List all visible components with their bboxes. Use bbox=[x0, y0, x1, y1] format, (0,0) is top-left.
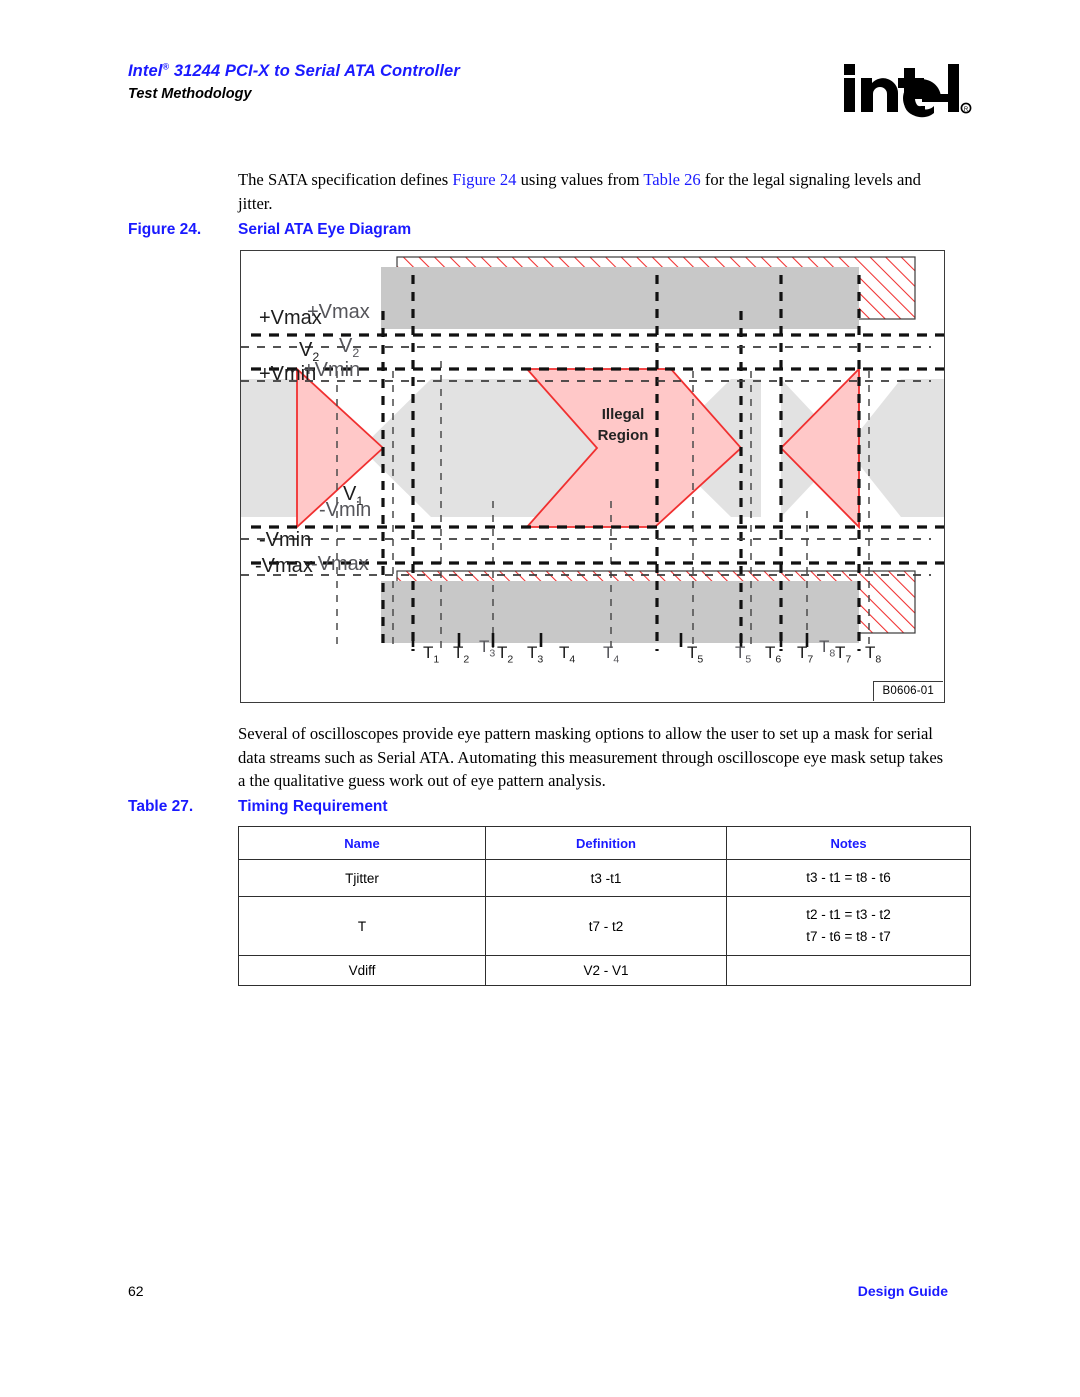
voltage-label-vmin-neg: -Vmin bbox=[259, 529, 312, 551]
voltage-label-vmax-pos-ghost: +Vmax bbox=[307, 301, 370, 323]
table-row: Vdiff V2 - V1 bbox=[238, 955, 971, 986]
document-name: Design Guide bbox=[857, 1283, 948, 1299]
header-title: Intel® 31244 PCI-X to Serial ATA Control… bbox=[128, 62, 948, 81]
cell-name: Vdiff bbox=[238, 955, 486, 986]
voltage-label-vmax-neg-ghost: -Vmax bbox=[311, 553, 369, 575]
oscilloscope-paragraph: Several of oscilloscopes provide eye pat… bbox=[238, 724, 944, 790]
column-header-definition: Definition bbox=[485, 826, 727, 860]
time-label-t7: T7 bbox=[797, 643, 814, 666]
illegal-region-label: Illegal Region bbox=[563, 404, 683, 446]
time-label-t8: T8 bbox=[865, 643, 882, 666]
page-footer: 62 Design Guide bbox=[128, 1283, 948, 1305]
time-label-t2b: T2 bbox=[497, 643, 514, 666]
time-label-t2: T2 bbox=[453, 643, 470, 666]
time-label-t7b: T7 bbox=[835, 643, 852, 666]
page-header: Intel® 31244 PCI-X to Serial ATA Control… bbox=[128, 62, 948, 132]
time-label-t3: T3 bbox=[527, 643, 544, 666]
bottom-mask-bars bbox=[381, 570, 916, 643]
header-title-pre: Intel bbox=[128, 62, 163, 80]
voltage-label-v2-ghost: V2 bbox=[339, 335, 360, 360]
page-number: 62 bbox=[128, 1283, 144, 1299]
intel-logo: R bbox=[842, 60, 972, 122]
cell-notes: t2 - t1 = t3 - t2 t7 - t6 = t8 - t7 bbox=[726, 896, 971, 956]
table-header-row: Name Definition Notes bbox=[238, 826, 971, 860]
illegal-region-line1: Illegal bbox=[601, 406, 645, 423]
serial-ata-eye-diagram: Illegal Region +Vmax +Vmax V2 V2 +Vmin +… bbox=[240, 250, 945, 703]
time-label-t3-ghost: T3 bbox=[479, 637, 496, 660]
figure-id-label: B0606-01 bbox=[872, 681, 943, 701]
cell-notes: t3 - t1 = t8 - t6 bbox=[726, 859, 971, 897]
note-line: t3 - t1 = t8 - t6 bbox=[806, 870, 891, 885]
column-header-notes: Notes bbox=[726, 826, 971, 860]
table-row: T t7 - t2 t2 - t1 = t3 - t2 t7 - t6 = t8… bbox=[238, 896, 971, 956]
document-page: Intel® 31244 PCI-X to Serial ATA Control… bbox=[0, 0, 1080, 1397]
time-label-t8-ghost: T8 bbox=[819, 637, 836, 660]
voltage-label-v1-ghost: -Vmin bbox=[319, 499, 372, 521]
xref-figure-24[interactable]: Figure 24 bbox=[452, 170, 516, 189]
time-label-t1: T1 bbox=[423, 643, 440, 666]
cell-definition: t3 -t1 bbox=[485, 859, 727, 897]
time-label-t4-ghost: T4 bbox=[603, 643, 620, 666]
voltage-label-vmin-pos-ghost: +Vmin bbox=[303, 359, 361, 381]
header-title-post: 31244 PCI-X to Serial ATA Controller bbox=[169, 62, 460, 80]
cell-definition: t7 - t2 bbox=[485, 896, 727, 956]
xref-table-26[interactable]: Table 26 bbox=[643, 170, 700, 189]
table-caption-title: Timing Requirement bbox=[238, 798, 388, 815]
cell-notes bbox=[726, 955, 971, 986]
figure-caption: Figure 24. Serial ATA Eye Diagram bbox=[128, 221, 411, 239]
illegal-region-line2: Region bbox=[597, 427, 649, 444]
intro-paragraph: The SATA specification defines Figure 24… bbox=[238, 168, 950, 215]
figure-caption-title: Serial ATA Eye Diagram bbox=[238, 221, 412, 238]
time-label-t5: T5 bbox=[687, 643, 704, 666]
timing-requirement-table: Name Definition Notes Tjitter t3 -t1 t3 … bbox=[238, 826, 971, 986]
cell-name: Tjitter bbox=[238, 859, 486, 897]
paragraph1-part2: using values from bbox=[516, 170, 644, 189]
time-label-t4: T4 bbox=[559, 643, 576, 666]
svg-text:R: R bbox=[964, 107, 969, 113]
column-header-name: Name bbox=[238, 826, 486, 860]
figure-caption-number: Figure 24. bbox=[128, 221, 202, 238]
note-line: t7 - t6 = t8 - t7 bbox=[806, 929, 891, 944]
cell-name: T bbox=[238, 896, 486, 956]
time-label-t6: T6 bbox=[765, 643, 782, 666]
time-label-t5-ghost: T5 bbox=[735, 643, 752, 666]
table-caption-number: Table 27. bbox=[128, 798, 194, 815]
top-mask-bars bbox=[381, 256, 916, 329]
paragraph1-part1: The SATA specification defines bbox=[238, 170, 453, 189]
voltage-label-vmax-neg: -Vmax bbox=[255, 555, 313, 577]
table-row: Tjitter t3 -t1 t3 - t1 = t8 - t6 bbox=[238, 859, 971, 897]
cell-definition: V2 - V1 bbox=[485, 955, 727, 986]
table-caption: Table 27. Timing Requirement bbox=[128, 798, 388, 816]
header-subtitle: Test Methodology bbox=[128, 86, 252, 102]
note-line: t2 - t1 = t3 - t2 bbox=[806, 907, 891, 922]
